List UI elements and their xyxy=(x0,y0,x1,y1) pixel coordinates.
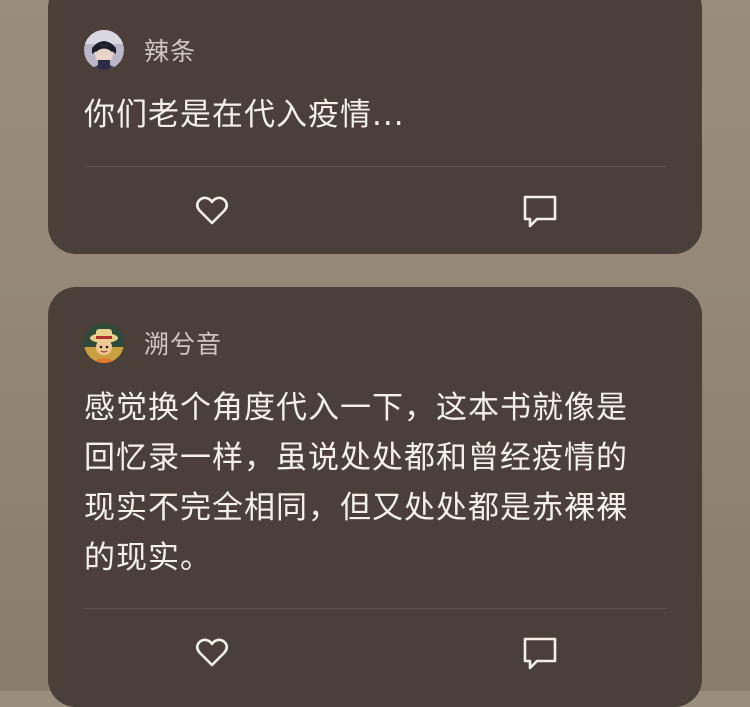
avatar[interactable] xyxy=(84,323,124,363)
comment-header: 溯兮音 xyxy=(84,323,222,363)
divider xyxy=(84,166,666,167)
comment-header: 辣条 xyxy=(84,30,196,70)
like-button[interactable] xyxy=(192,190,232,230)
comment-text: 你们老是在代入疫情... xyxy=(84,97,405,133)
comment-icon xyxy=(523,637,557,670)
comment-text: 感觉换个角度代入一下，这本书就像是回忆录一样，虽说处处都和曾经疫情的现实不完全相… xyxy=(84,390,628,576)
like-button[interactable] xyxy=(192,632,232,672)
divider xyxy=(84,608,666,609)
username[interactable]: 辣条 xyxy=(144,32,196,68)
comment-card: 辣条 你们老是在代入疫情... xyxy=(48,0,702,254)
comment-button[interactable] xyxy=(520,632,560,672)
heart-icon xyxy=(195,196,229,225)
comment-icon xyxy=(523,195,557,228)
username[interactable]: 溯兮音 xyxy=(144,325,222,361)
comment-button[interactable] xyxy=(520,190,560,230)
avatar[interactable] xyxy=(84,30,124,70)
comment-card: 溯兮音 感觉换个角度代入一下，这本书就像是回忆录一样，虽说处处都和曾经疫情的现实… xyxy=(48,287,702,707)
heart-icon xyxy=(195,638,229,667)
